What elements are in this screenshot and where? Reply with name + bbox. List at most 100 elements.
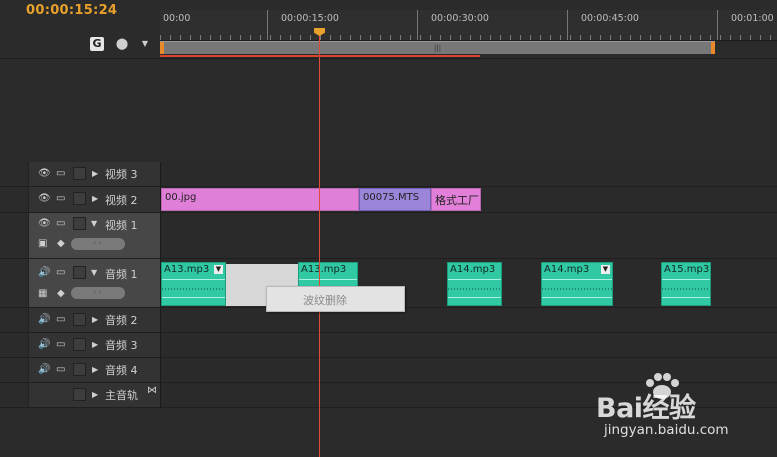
keyframe-icon[interactable]: ◆ [57,238,65,250]
watermark-url: jingyan.baidu.com [604,422,729,438]
lock-toggle[interactable] [73,167,86,180]
audio-clip[interactable]: A13.mp3 ▼ [161,262,226,306]
track-name: 主音轨 [105,389,138,402]
keyframe-navigator[interactable]: ‹ › [71,287,125,299]
track-name: 音频 4 [105,364,138,377]
track-header: ▶ 主音轨 ⋈ [28,383,160,407]
track-header: 👁 ▭ ▶ 视频 2 [28,187,160,212]
expand-triangle-icon[interactable]: ▶ [92,365,98,374]
track-name: 音频 1 [105,268,138,281]
zoom-scrollbar[interactable]: ||| [160,41,715,54]
zoom-handle-left[interactable] [160,42,164,54]
eye-icon[interactable]: 👁 [38,168,51,180]
lock-toggle[interactable] [73,363,86,376]
lock-toggle[interactable] [73,217,86,230]
ruler-label: 00:01:00 [731,13,774,24]
clip-label: A15.mp3 [664,264,710,275]
waveform [162,279,225,301]
camera-icon[interactable]: ▭ [56,218,65,230]
waveform [662,279,710,301]
ruler-label: 00:00:30:00 [431,13,489,24]
marker-icon[interactable]: ⬤ [115,37,129,51]
speaker-icon[interactable]: 🔊 [38,364,50,376]
waveform-display-icon[interactable]: ▦ [38,288,47,300]
lock-toggle[interactable] [73,388,86,401]
timeline-panel: 00:00:15:24 G ⬤ ▼ 00:00 00:00:15:00 00:0… [0,0,777,457]
track-audio-3: 🔊 ▭ ▶ 音频 3 [0,333,777,358]
track-header: 🔊 ▭ ▼ 音频 1 ▦ ◆ ‹ › [28,259,160,307]
expand-triangle-icon[interactable]: ▶ [92,390,98,399]
track-content[interactable] [160,308,777,332]
video-clip[interactable]: 格式工厂 [431,188,481,211]
lock-toggle[interactable] [73,338,86,351]
display-style-icon[interactable]: ▣ [38,238,47,250]
keyframe-icon[interactable]: ◆ [57,288,65,300]
collapse-triangle-icon[interactable]: ▼ [91,219,97,228]
audio-clip[interactable]: A15.mp3 [661,262,711,306]
track-content[interactable] [160,162,777,186]
sync-lock-icon[interactable]: ▭ [56,267,65,279]
sync-lock-icon[interactable]: ▭ [56,364,65,376]
context-menu: 波纹删除 [266,286,405,312]
zoom-handle-right[interactable] [711,42,715,54]
track-header: 🔊 ▭ ▶ 音频 3 [28,333,160,357]
watermark-brand: Bai经验 [596,393,696,424]
lock-toggle[interactable] [73,313,86,326]
video-clip[interactable]: 00075.MTS [359,188,431,211]
eye-icon[interactable]: 👁 [38,193,51,205]
clip-label: A14.mp3 [544,264,590,275]
time-ruler[interactable]: 00:00 00:00:15:00 00:00:30:00 00:00:45:0… [160,10,777,41]
ruler-minor-ticks [160,35,777,40]
expand-triangle-icon[interactable]: ▶ [92,169,98,178]
expand-triangle-icon[interactable]: ▶ [92,340,98,349]
track-name: 音频 2 [105,314,138,327]
ruler-label: 00:00:45:00 [581,13,639,24]
track-header: 🔊 ▭ ▶ 音频 2 [28,308,160,332]
clip-label: A13.mp3 [164,264,210,275]
ruler-label: 00:00:15:00 [281,13,339,24]
current-timecode[interactable]: 00:00:15:24 [26,3,117,18]
baidu-jingyan-watermark: Bai经验 jingyan.baidu.com [596,372,777,457]
expand-triangle-icon[interactable]: ▶ [92,194,98,203]
clip-label: A13.mp3 [301,264,347,275]
track-name: 音频 3 [105,339,138,352]
waveform [448,279,501,301]
track-content[interactable] [160,333,777,357]
playhead-line[interactable] [319,28,320,457]
sync-lock-icon[interactable]: ▭ [56,339,65,351]
keyframe-navigator[interactable]: ‹ › [71,238,125,250]
lock-toggle[interactable] [73,192,86,205]
audio-clip[interactable]: A14.mp3 [447,262,502,306]
snap-icon[interactable]: G [90,37,104,51]
camera-icon[interactable]: ▭ [56,168,65,180]
sync-lock-icon[interactable]: ▭ [56,314,65,326]
track-video-3: 👁 ▭ ▶ 视频 3 [0,162,777,187]
ruler-label: 00:00 [163,13,191,24]
work-area-bar[interactable] [160,55,480,57]
camera-icon[interactable]: ▭ [56,193,65,205]
scrollbar-grip-icon: ||| [434,44,442,52]
speaker-icon[interactable]: 🔊 [38,314,50,326]
audio-clip[interactable]: A14.mp3 ▼ [541,262,613,306]
waveform [542,279,612,301]
eye-icon[interactable]: 👁 [38,218,51,230]
track-content[interactable] [160,213,777,258]
dropdown-arrow-icon[interactable]: ▼ [214,265,223,274]
video-clip[interactable]: 00.jpg [161,188,359,211]
clip-label: A14.mp3 [450,264,496,275]
track-name: 视频 1 [105,219,138,232]
master-track-icon: ⋈ [147,385,157,396]
speaker-icon[interactable]: 🔊 [38,339,50,351]
expand-triangle-icon[interactable]: ▶ [92,315,98,324]
speaker-icon[interactable]: 🔊 [38,267,50,279]
track-video-1: 👁 ▭ ▼ 视频 1 ▣ ◆ ‹ › [0,213,777,259]
menu-item-ripple-delete[interactable]: 波纹删除 [303,292,347,308]
track-name: 视频 3 [105,168,138,181]
track-header: 👁 ▭ ▶ 视频 3 [28,162,160,186]
track-header: 👁 ▭ ▼ 视频 1 ▣ ◆ ‹ › [28,213,160,258]
collapse-triangle-icon[interactable]: ▼ [91,268,97,277]
empty-track-area [0,58,777,163]
lock-toggle[interactable] [73,266,86,279]
dropdown-arrow-icon[interactable]: ▼ [601,265,610,274]
set-marker-icon[interactable]: ▼ [138,37,152,51]
